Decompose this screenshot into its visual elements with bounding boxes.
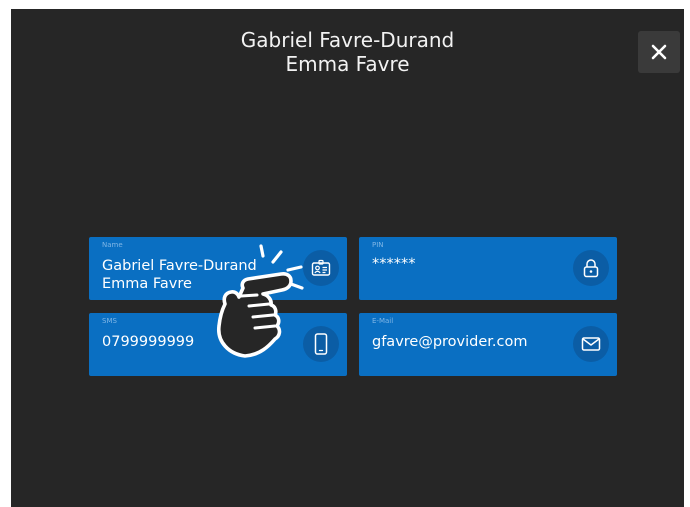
email-card[interactable]: E-Mail gfavre@provider.com [359, 313, 617, 376]
name-card-value: Gabriel Favre-Durand Emma Favre [102, 257, 257, 293]
mobile-phone-icon [314, 333, 328, 355]
name-value-line-2: Emma Favre [102, 276, 192, 292]
page-title: Gabriel Favre-Durand Emma Favre [11, 28, 684, 76]
kiosk-screen: Gabriel Favre-Durand Emma Favre Name Gab… [11, 9, 684, 507]
name-card-label: Name [102, 241, 123, 249]
title-line-1: Gabriel Favre-Durand [240, 28, 455, 52]
name-card[interactable]: Name Gabriel Favre-Durand Emma Favre [89, 237, 347, 300]
sms-card-label: SMS [102, 317, 117, 325]
name-value-line-1: Gabriel Favre-Durand [102, 258, 257, 274]
close-icon [651, 44, 667, 60]
email-card-value: gfavre@provider.com [372, 334, 528, 350]
pin-card[interactable]: PIN ****** [359, 237, 617, 300]
pin-card-icon-button[interactable] [573, 250, 609, 286]
sms-card[interactable]: SMS 0799999999 [89, 313, 347, 376]
sms-card-value: 0799999999 [102, 334, 195, 350]
sms-card-icon-button[interactable] [303, 326, 339, 362]
name-card-icon-button[interactable] [303, 250, 339, 286]
email-card-icon-button[interactable] [573, 326, 609, 362]
id-card-icon [311, 259, 331, 276]
envelope-icon [581, 337, 601, 351]
pin-card-label: PIN [372, 241, 384, 249]
title-line-2: Emma Favre [285, 52, 410, 76]
pin-card-value: ****** [372, 256, 416, 272]
close-button[interactable] [638, 31, 680, 73]
email-card-label: E-Mail [372, 317, 394, 325]
lock-icon [583, 259, 599, 278]
